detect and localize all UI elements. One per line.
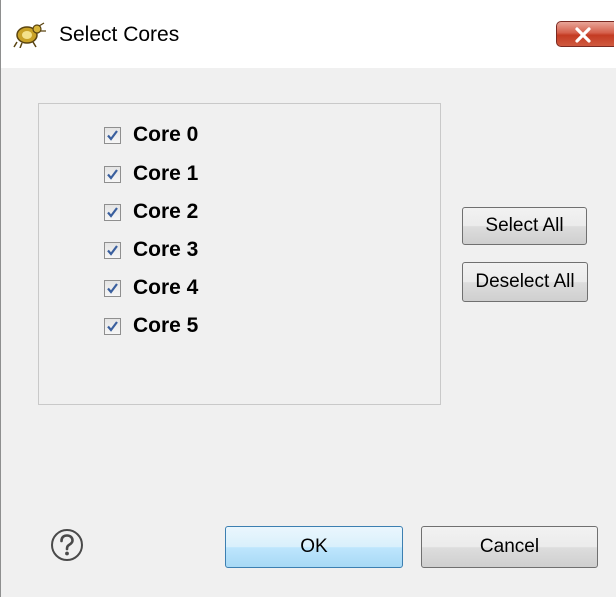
core-4-checkbox[interactable] (104, 279, 121, 297)
core-1-option[interactable]: Core 1 (104, 160, 198, 188)
cancel-button[interactable]: Cancel (421, 526, 598, 568)
core-4-label: Core 4 (133, 276, 199, 299)
core-1-checkbox[interactable] (104, 165, 121, 183)
core-2-option[interactable]: Core 2 (104, 198, 198, 226)
core-3-checkbox[interactable] (104, 241, 121, 259)
checkmark-icon (107, 206, 118, 218)
app-bug-icon (13, 22, 47, 49)
deselect-all-button[interactable]: Deselect All (462, 262, 588, 302)
checkmark-icon (107, 244, 118, 256)
select-all-button[interactable]: Select All (462, 207, 587, 245)
close-button[interactable] (556, 21, 614, 47)
core-2-checkbox[interactable] (104, 203, 121, 221)
ok-button[interactable]: OK (225, 526, 403, 568)
core-3-label: Core 3 (133, 238, 199, 261)
select-cores-dialog: Select Cores Core 0 Core 1 Core 2 Core 3… (0, 0, 616, 597)
core-5-option[interactable]: Core 5 (104, 312, 198, 340)
help-question-icon[interactable] (50, 528, 84, 562)
window-title: Select Cores (59, 23, 180, 46)
core-5-label: Core 5 (133, 314, 199, 337)
core-1-label: Core 1 (133, 162, 199, 185)
cores-group-box (38, 103, 441, 405)
core-4-option[interactable]: Core 4 (104, 274, 198, 302)
checkmark-icon (107, 320, 118, 332)
checkmark-icon (107, 282, 118, 294)
core-2-label: Core 2 (133, 200, 199, 223)
core-3-option[interactable]: Core 3 (104, 236, 198, 264)
close-icon (575, 27, 591, 43)
checkmark-icon (107, 129, 118, 141)
core-5-checkbox[interactable] (104, 317, 121, 335)
core-0-checkbox[interactable] (104, 126, 121, 144)
core-0-label: Core 0 (133, 123, 199, 146)
checkmark-icon (107, 168, 118, 180)
title-bar[interactable]: Select Cores (1, 0, 616, 68)
core-0-option[interactable]: Core 0 (104, 121, 198, 149)
